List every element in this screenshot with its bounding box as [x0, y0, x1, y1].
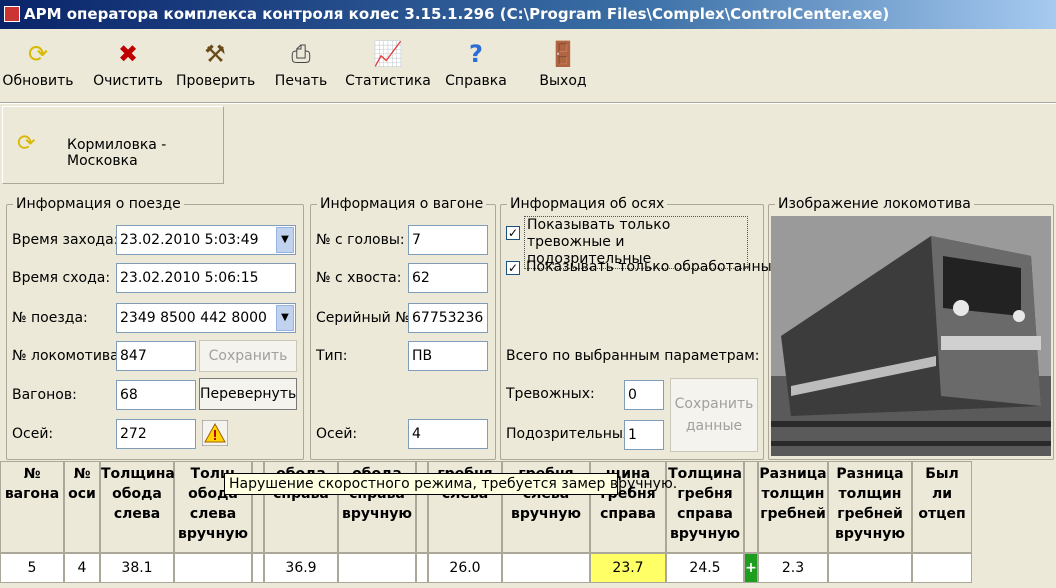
- tooltip: Нарушение скоростного режима, требуется …: [224, 473, 677, 495]
- table-cell[interactable]: [252, 553, 264, 583]
- table-cell[interactable]: 26.0: [428, 553, 502, 583]
- table-cell[interactable]: [912, 553, 972, 583]
- window-title-bar: АРМ оператора комплекса контроля колес 3…: [0, 0, 1056, 29]
- warning-icon[interactable]: [202, 420, 228, 446]
- wagon-info-legend: Информация о вагоне: [320, 196, 484, 212]
- train-number-value: 2349 8500 442 8000: [120, 310, 267, 326]
- from-tail-field[interactable]: 62: [408, 263, 488, 293]
- departure-time-label: Время схода:: [12, 270, 111, 286]
- exit-door-icon: 🚪: [548, 40, 578, 68]
- table-cell[interactable]: [416, 553, 428, 583]
- flip-button[interactable]: Перевернуть: [199, 378, 297, 410]
- clear-button[interactable]: ✖ Очистить: [92, 29, 164, 101]
- column-header[interactable]: Толщина гребня справа вручную: [666, 461, 744, 553]
- refresh-icon: ⟳: [17, 131, 36, 156]
- station-label: Кормиловка - Московка: [67, 137, 167, 169]
- save-button[interactable]: Сохранить: [199, 340, 297, 372]
- wagons-field[interactable]: 68: [116, 380, 196, 410]
- arrival-time-value: 23.02.2010 5:03:49: [120, 232, 259, 248]
- chevron-down-icon[interactable]: ▼: [276, 227, 294, 253]
- arrival-time-label: Время захода:: [12, 232, 119, 248]
- alarm-count-label: Тревожных:: [506, 386, 595, 402]
- wagons-label: Вагонов:: [12, 387, 77, 403]
- axle-info-legend: Информация об осях: [510, 196, 665, 212]
- clear-icon: ✖: [117, 40, 139, 68]
- table-cell[interactable]: [174, 553, 252, 583]
- serial-number-field[interactable]: 67753236: [408, 303, 488, 333]
- plus-marker-cell[interactable]: +: [744, 553, 758, 583]
- alarm-only-checkbox[interactable]: ✓: [506, 226, 520, 240]
- save-data-button[interactable]: Сохранить данные: [670, 378, 758, 452]
- table-cell[interactable]: 5: [0, 553, 64, 583]
- main-panel: Информация о поезде Время захода: 23.02.…: [0, 188, 1056, 461]
- chart-icon: 📈: [373, 40, 403, 68]
- app-icon: [4, 6, 20, 22]
- wagon-type-label: Тип:: [316, 348, 348, 364]
- column-header[interactable]: № вагона: [0, 461, 64, 553]
- column-header[interactable]: Был ли отцеп: [912, 461, 972, 553]
- table-cell[interactable]: 36.9: [264, 553, 338, 583]
- column-header[interactable]: Толщина обода слева: [100, 461, 175, 553]
- column-header[interactable]: [744, 461, 758, 553]
- from-head-label: № с головы:: [316, 232, 405, 248]
- column-header[interactable]: № оси: [64, 461, 100, 553]
- train-number-label: № поезда:: [12, 310, 88, 326]
- table-cell[interactable]: 4: [64, 553, 100, 583]
- arrival-time-select[interactable]: 23.02.2010 5:03:49 ▼: [116, 225, 296, 255]
- refresh-button[interactable]: ⟳ Обновить: [2, 29, 74, 101]
- train-number-select[interactable]: 2349 8500 442 8000 ▼: [116, 303, 296, 333]
- window-title: АРМ оператора комплекса контроля колес 3…: [24, 5, 890, 23]
- loco-image-legend: Изображение локомотива: [778, 196, 971, 212]
- processed-only-label[interactable]: Показывать только обработанные: [526, 259, 780, 275]
- train-info-legend: Информация о поезде: [16, 196, 181, 212]
- highlighted-table-cell[interactable]: 23.7: [590, 553, 666, 583]
- check-button[interactable]: ⚒ Проверить: [176, 29, 255, 101]
- loco-number-label: № локомотива:: [12, 348, 124, 364]
- suspicious-count-field[interactable]: 1: [624, 420, 664, 450]
- chevron-down-icon[interactable]: ▼: [276, 305, 294, 331]
- check-icon: ⚒: [204, 40, 226, 68]
- statistics-button[interactable]: 📈 Статистика: [344, 29, 432, 101]
- loco-number-field[interactable]: 847: [116, 341, 196, 371]
- table-cell[interactable]: 38.1: [100, 553, 174, 583]
- table-cell[interactable]: [338, 553, 416, 583]
- table-cell[interactable]: 24.5: [666, 553, 744, 583]
- column-header[interactable]: Разница толщин гребней: [758, 461, 828, 553]
- alarm-count-field[interactable]: 0: [624, 380, 664, 410]
- exit-button[interactable]: 🚪 Выход: [532, 29, 594, 101]
- locomotive-image: [771, 216, 1051, 456]
- departure-time-field[interactable]: 23.02.2010 5:06:15: [116, 263, 296, 293]
- print-button[interactable]: ⎙ Печать: [268, 29, 334, 101]
- station-tab[interactable]: ⟳ Кормиловка - Московка: [2, 106, 224, 184]
- totals-label: Всего по выбранным параметрам:: [506, 348, 760, 364]
- wagon-axles-field[interactable]: 4: [408, 419, 488, 449]
- table-cell[interactable]: 2.3: [758, 553, 828, 583]
- column-header[interactable]: Разница толщин гребней вручную: [828, 461, 912, 553]
- from-tail-label: № с хвоста:: [316, 270, 402, 286]
- train-axles-field[interactable]: 272: [116, 419, 196, 449]
- locomotive-picture: [771, 216, 1051, 456]
- from-head-field[interactable]: 7: [408, 225, 488, 255]
- suspicious-count-label: Подозрительных:: [506, 426, 636, 442]
- processed-only-checkbox[interactable]: ✓: [506, 261, 520, 275]
- toolbar: ⟳ Обновить ✖ Очистить ⚒ Проверить ⎙ Печа…: [0, 29, 1056, 103]
- printer-icon: ⎙: [291, 40, 311, 68]
- refresh-icon: ⟳: [27, 40, 49, 68]
- train-axles-label: Осей:: [12, 426, 54, 442]
- wagon-axles-label: Осей:: [316, 426, 358, 442]
- help-icon: ?: [469, 40, 483, 68]
- serial-number-label: Серийный №:: [316, 310, 415, 326]
- wagon-type-field[interactable]: ПВ: [408, 341, 488, 371]
- station-area: ⟳ Кормиловка - Московка: [0, 104, 1056, 188]
- table-cell[interactable]: [828, 553, 912, 583]
- table-cell[interactable]: [502, 553, 590, 583]
- help-button[interactable]: ? Справка: [444, 29, 508, 101]
